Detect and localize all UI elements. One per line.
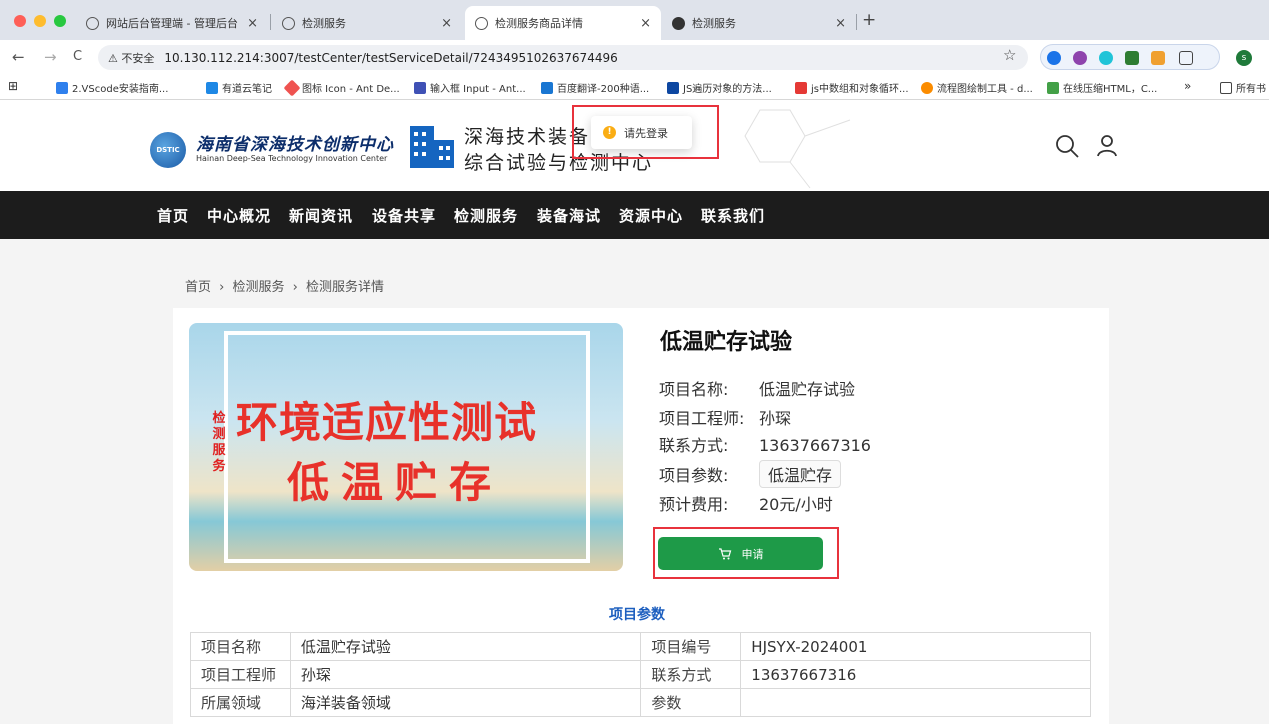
address-bar[interactable]: ⚠ 不安全 10.130.112.214:3007/testCenter/tes…	[98, 45, 1028, 70]
nav-contact[interactable]: 联系我们	[701, 205, 765, 226]
field-engineer: 项目工程师: 孙琛	[659, 409, 792, 428]
globe-icon	[475, 16, 488, 30]
browser-tab-bar: 网站后台管理端 - 管理后台 × 检测服务 × 检测服务商品详情 × 检测服务 …	[0, 0, 1269, 40]
table-row: 所属领域 海洋装备领域 参数	[190, 688, 1091, 717]
banner-subheadline: 低温贮存	[287, 458, 504, 507]
breadcrumb-section[interactable]: 检测服务	[233, 280, 285, 295]
extensions-group	[1040, 44, 1220, 70]
browser-tab-test-service-2[interactable]: 检测服务 ×	[662, 8, 856, 38]
apply-highlight-box	[653, 527, 839, 579]
browser-tab-detail-active[interactable]: 检测服务商品详情 ×	[465, 6, 661, 40]
forward-button[interactable]: →	[44, 48, 57, 66]
tab-separator	[270, 14, 271, 30]
building-icon	[410, 126, 454, 168]
breadcrumb-home[interactable]: 首页	[185, 280, 211, 295]
table-row: 项目工程师 孙琛 联系方式 13637667316	[190, 660, 1091, 689]
breadcrumb-separator: ›	[292, 280, 298, 295]
main-navigation: 首页 中心概况 新闻资讯 设备共享 检测服务 装备海试 资源中心 联系我们	[0, 191, 1269, 239]
close-tab-icon[interactable]: ×	[247, 16, 258, 31]
bookmark-zhihu-js[interactable]: JS遍历对象的方法...	[667, 80, 772, 95]
bookmark-antd-icon[interactable]: 图标 Icon - Ant De...	[283, 79, 400, 96]
browser-tab-test-service[interactable]: 检测服务 ×	[272, 8, 462, 38]
search-icon[interactable]	[1054, 133, 1080, 159]
dstic-logo[interactable]: DSTIC	[150, 132, 186, 168]
close-tab-icon[interactable]: ×	[640, 16, 651, 31]
bookmark-js-loop[interactable]: js中数组和对象循环...	[795, 80, 909, 95]
browser-tab-admin[interactable]: 网站后台管理端 - 管理后台 ×	[76, 8, 268, 38]
banner-headline: 环境适应性测试	[236, 398, 538, 447]
nav-news[interactable]: 新闻资讯	[289, 205, 353, 226]
all-bookmarks-folder[interactable]: 所有书	[1220, 80, 1266, 95]
reload-button[interactable]: C	[73, 49, 82, 64]
minimize-window-button[interactable]	[34, 15, 46, 27]
molecule-watermark	[744, 109, 851, 189]
maximize-window-button[interactable]	[54, 15, 66, 27]
puzzle-extension-icon[interactable]	[1179, 51, 1193, 65]
color-extension-icon[interactable]	[1151, 51, 1165, 65]
breadcrumb-separator: ›	[219, 280, 225, 295]
back-button[interactable]: ←	[12, 48, 25, 66]
field-contact: 联系方式: 13637667316	[659, 436, 871, 455]
logo-english-name: Hainan Deep-Sea Technology Innovation Ce…	[196, 154, 388, 163]
nav-sea-trial[interactable]: 装备海试	[537, 205, 601, 226]
bookmark-flowchart[interactable]: 流程图绘制工具 - d...	[921, 80, 1033, 95]
security-warning[interactable]: ⚠ 不安全	[108, 50, 154, 66]
new-tab-button[interactable]: +	[862, 10, 876, 30]
globe-icon	[86, 16, 99, 30]
globe-icon	[282, 16, 295, 30]
folder-icon	[1220, 81, 1232, 94]
brain-extension-icon[interactable]	[1073, 51, 1087, 65]
close-tab-icon[interactable]: ×	[835, 16, 846, 31]
field-parameters: 项目参数: 低温贮存	[659, 460, 842, 488]
breadcrumb-current: 检测服务详情	[306, 280, 385, 295]
bookmark-antd-input[interactable]: 输入框 Input - Ant...	[414, 80, 526, 95]
table-row: 项目名称 低温贮存试验 项目编号 HJSYX-2024001	[190, 632, 1091, 661]
parameter-tag: 低温贮存	[759, 460, 842, 488]
react-extension-icon[interactable]	[1099, 51, 1113, 65]
bookmark-vscode[interactable]: 2.VScode安装指南...	[56, 80, 168, 95]
chat-extension-icon[interactable]	[1047, 51, 1061, 65]
params-section-title: 项目参数	[609, 607, 665, 623]
navigation-icon	[672, 16, 685, 30]
nav-home[interactable]: 首页	[157, 205, 189, 226]
bookmark-baidu-translate[interactable]: 百度翻译-200种语...	[541, 80, 649, 95]
close-tab-icon[interactable]: ×	[441, 16, 452, 31]
bookmarks-bar: ⊞ 2.VScode安装指南... 有道云笔记 图标 Icon - Ant De…	[0, 74, 1269, 100]
bookmark-html-compress[interactable]: 在线压缩HTML，C...	[1047, 80, 1157, 95]
nav-resources[interactable]: 资源中心	[619, 205, 683, 226]
product-title: 低温贮存试验	[660, 330, 793, 355]
nav-about[interactable]: 中心概况	[207, 205, 271, 226]
nav-equipment-sharing[interactable]: 设备共享	[372, 205, 436, 226]
user-icon[interactable]	[1094, 133, 1120, 159]
browser-toolbar: ← → C ⚠ 不安全 10.130.112.214:3007/testCent…	[0, 40, 1269, 74]
tab-separator	[856, 14, 857, 30]
vue-extension-icon[interactable]	[1125, 51, 1139, 65]
field-cost: 预计费用: 20元/小时	[659, 495, 833, 514]
close-window-button[interactable]	[14, 15, 26, 27]
apps-grid-icon[interactable]: ⊞	[8, 79, 18, 93]
product-banner-image: 检测服务 环境适应性测试 低温贮存	[189, 323, 623, 571]
field-project-name: 项目名称: 低温贮存试验	[659, 380, 856, 399]
nav-test-service[interactable]: 检测服务	[454, 205, 518, 226]
breadcrumb: 首页 › 检测服务 › 检测服务详情	[185, 276, 388, 295]
banner-vertical-label: 检测服务	[212, 411, 226, 474]
bookmark-youdao[interactable]: 有道云笔记	[206, 80, 272, 95]
toast-highlight-box	[572, 105, 719, 159]
bookmark-star-icon[interactable]: ☆	[1003, 46, 1016, 64]
bookmarks-overflow-button[interactable]: »	[1184, 79, 1191, 93]
profile-avatar[interactable]: s	[1236, 50, 1252, 66]
logo-chinese-name[interactable]: 海南省深海技术创新中心	[196, 130, 394, 155]
params-table: 项目名称 低温贮存试验 项目编号 HJSYX-2024001 项目工程师 孙琛 …	[190, 632, 1091, 717]
url-text[interactable]: 10.130.112.214:3007/testCenter/testServi…	[164, 51, 617, 65]
